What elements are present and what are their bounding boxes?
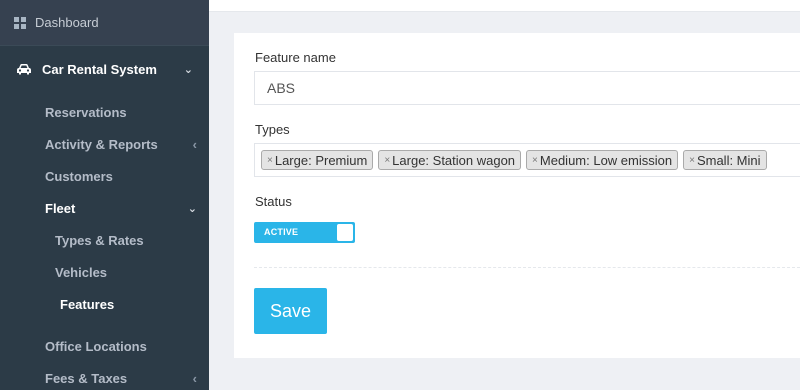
sidebar-item-office-locations[interactable]: Office Locations bbox=[0, 330, 209, 362]
type-tag-label: Small: Mini bbox=[696, 152, 761, 168]
sidebar-item-fees-taxes[interactable]: Fees & Taxes ‹ bbox=[0, 362, 209, 390]
form-divider bbox=[254, 267, 800, 268]
sidebar-item-label: Types & Rates bbox=[55, 232, 144, 248]
status-label: Status bbox=[255, 194, 292, 209]
feature-name-input[interactable]: ABS bbox=[254, 71, 800, 105]
type-tag-label: Large: Premium bbox=[274, 152, 368, 168]
sidebar-item-label: Customers bbox=[45, 168, 113, 184]
sidebar-item-reservations[interactable]: Reservations bbox=[0, 96, 209, 128]
types-label: Types bbox=[255, 122, 290, 137]
type-tag-label: Medium: Low emission bbox=[539, 152, 673, 168]
sidebar: Dashboard Car Rental System ⌄ Reservatio… bbox=[0, 0, 209, 390]
sidebar-section-car-rental[interactable]: Car Rental System ⌄ bbox=[0, 45, 209, 92]
sidebar-item-label: Fleet bbox=[45, 200, 76, 216]
sidebar-subitem-features[interactable]: Features bbox=[0, 288, 209, 320]
car-icon bbox=[17, 64, 31, 75]
remove-tag-icon[interactable]: × bbox=[689, 155, 695, 166]
chevron-left-icon: ‹ bbox=[192, 136, 197, 152]
status-toggle[interactable]: ACTIVE bbox=[254, 222, 355, 243]
sidebar-item-label: Features bbox=[60, 296, 115, 312]
sidebar-item-label: Office Locations bbox=[45, 338, 147, 354]
feature-name-label: Feature name bbox=[255, 50, 336, 65]
sidebar-item-label: Activity & Reports bbox=[45, 136, 158, 152]
toggle-knob[interactable] bbox=[337, 224, 353, 241]
sidebar-item-label: Dashboard bbox=[35, 15, 99, 30]
sidebar-subitem-types-rates[interactable]: Types & Rates bbox=[0, 224, 209, 256]
sidebar-item-customers[interactable]: Customers bbox=[0, 160, 209, 192]
sidebar-item-dashboard[interactable]: Dashboard bbox=[0, 0, 209, 45]
remove-tag-icon[interactable]: × bbox=[384, 155, 390, 166]
sidebar-subitem-vehicles[interactable]: Vehicles bbox=[0, 256, 209, 288]
sidebar-item-label: Vehicles bbox=[55, 264, 108, 280]
type-tag-label: Large: Station wagon bbox=[392, 152, 516, 168]
chevron-down-icon: ⌄ bbox=[183, 63, 193, 76]
type-tag: × Large: Premium bbox=[261, 150, 374, 170]
chevron-left-icon: ‹ bbox=[192, 370, 197, 386]
types-multiselect[interactable]: × Large: Premium × Large: Station wagon … bbox=[254, 143, 800, 177]
type-tag: × Large: Station wagon bbox=[378, 150, 522, 170]
sidebar-item-label: Reservations bbox=[45, 104, 127, 120]
type-tag: × Medium: Low emission bbox=[526, 150, 679, 170]
sidebar-item-activity-reports[interactable]: Activity & Reports ‹ bbox=[0, 128, 209, 160]
save-button[interactable]: Save bbox=[254, 288, 327, 334]
chevron-down-icon: ⌄ bbox=[187, 202, 197, 215]
status-toggle-label: ACTIVE bbox=[264, 227, 299, 237]
type-tag: × Small: Mini bbox=[683, 150, 767, 170]
remove-tag-icon[interactable]: × bbox=[267, 155, 273, 166]
dashboard-grid-icon bbox=[14, 16, 26, 29]
remove-tag-icon[interactable]: × bbox=[532, 155, 538, 166]
feature-form-panel: Feature name ABS Types × Large: Premium … bbox=[234, 33, 800, 358]
sidebar-item-label: Fees & Taxes bbox=[45, 370, 128, 386]
sidebar-item-fleet[interactable]: Fleet ⌄ bbox=[0, 192, 209, 224]
top-bar bbox=[209, 0, 800, 12]
sidebar-section-label: Car Rental System bbox=[42, 61, 157, 77]
